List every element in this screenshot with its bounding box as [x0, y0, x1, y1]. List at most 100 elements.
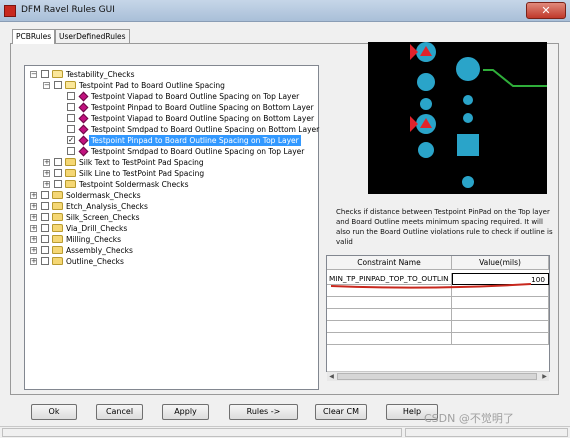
tab-userdefinedrules[interactable]: UserDefinedRules: [55, 29, 130, 43]
rule-icon: [78, 102, 89, 113]
pinpad: [417, 73, 435, 91]
tree-node-label: Testpoint Viapad to Board Outline Spacin…: [91, 92, 300, 101]
tree-node-via-drill[interactable]: + Via_Drill_Checks: [25, 223, 315, 234]
folder-icon: [52, 202, 63, 210]
tree-node-rule[interactable]: Testpoint Viapad to Board Outline Spacin…: [25, 113, 315, 124]
table-cell-empty[interactable]: [452, 333, 549, 345]
rule-icon: [78, 91, 89, 102]
cancel-button[interactable]: Cancel: [96, 404, 143, 420]
table-horizontal-scrollbar[interactable]: ◀ ▶: [327, 371, 549, 381]
expand-icon[interactable]: +: [30, 247, 37, 254]
checkbox[interactable]: [67, 147, 75, 155]
expand-icon[interactable]: +: [30, 192, 37, 199]
folder-icon: [65, 180, 76, 188]
status-pane: [2, 428, 402, 437]
checkbox[interactable]: [41, 191, 49, 199]
tree-node-label: Soldermask_Checks: [66, 191, 141, 200]
collapse-icon[interactable]: −: [43, 82, 50, 89]
pinpad: [418, 142, 434, 158]
folder-icon: [52, 224, 63, 232]
tree-node-silk-text[interactable]: + Silk Text to TestPoint Pad Spacing: [25, 157, 315, 168]
expand-icon[interactable]: +: [43, 170, 50, 177]
checkbox[interactable]: [67, 92, 75, 100]
column-header-value[interactable]: Value(mils): [452, 256, 549, 270]
table-cell-empty[interactable]: [327, 309, 452, 321]
status-pane: [405, 428, 568, 437]
tree-node-label: Testpoint Pinpad to Board Outline Spacin…: [91, 103, 314, 112]
table-cell-empty[interactable]: [452, 297, 549, 309]
checkbox[interactable]: [41, 70, 49, 78]
tree-node-rule[interactable]: Testpoint Viapad to Board Outline Spacin…: [25, 91, 315, 102]
clear-cm-button[interactable]: Clear CM: [315, 404, 367, 420]
expand-icon[interactable]: +: [30, 225, 37, 232]
table-cell-empty[interactable]: [327, 321, 452, 333]
checkbox[interactable]: [54, 158, 62, 166]
tree-node-silk-line[interactable]: + Silk Line to TestPoint Pad Spacing: [25, 168, 315, 179]
table-cell-empty[interactable]: [452, 309, 549, 321]
rules-button[interactable]: Rules ->: [229, 404, 298, 420]
tree-node-testpoint-pad-outline[interactable]: − Testpoint Pad to Board Outline Spacing: [25, 80, 315, 91]
tree-node-silk-screen[interactable]: + Silk_Screen_Checks: [25, 212, 315, 223]
tree-node-label: Assembly_Checks: [66, 246, 133, 255]
tree-node-milling[interactable]: + Milling_Checks: [25, 234, 315, 245]
checkbox[interactable]: [41, 246, 49, 254]
checkbox[interactable]: [41, 213, 49, 221]
checkbox[interactable]: [54, 180, 62, 188]
column-header-constraint-name[interactable]: Constraint Name: [327, 256, 452, 270]
checkbox[interactable]: [41, 202, 49, 210]
scrollbar-thumb[interactable]: [337, 373, 537, 380]
expand-icon[interactable]: +: [30, 236, 37, 243]
checkbox[interactable]: [67, 114, 75, 122]
table-cell-empty[interactable]: [452, 321, 549, 333]
checkbox[interactable]: [67, 103, 75, 111]
checkbox[interactable]: [54, 169, 62, 177]
tree-node-rule[interactable]: Testpoint Smdpad to Board Outline Spacin…: [25, 146, 315, 157]
tree-node-label: Silk Line to TestPoint Pad Spacing: [79, 169, 205, 178]
expand-icon[interactable]: +: [30, 214, 37, 221]
smdpad: [457, 134, 479, 156]
checkbox[interactable]: [41, 257, 49, 265]
tree-node-label: Testability_Checks: [66, 70, 135, 79]
checkbox[interactable]: [67, 125, 75, 133]
tree-node-rule[interactable]: Testpoint Smdpad to Board Outline Spacin…: [25, 124, 319, 135]
scroll-right-icon[interactable]: ▶: [540, 372, 549, 381]
rule-icon: [78, 135, 89, 146]
rules-tree[interactable]: − Testability_Checks − Testpoint Pad to …: [24, 65, 319, 390]
checkbox[interactable]: [41, 224, 49, 232]
tree-node-rule[interactable]: Testpoint Pinpad to Board Outline Spacin…: [25, 102, 315, 113]
tree-node-rule-selected[interactable]: ✓ Testpoint Pinpad to Board Outline Spac…: [25, 135, 315, 146]
checkbox[interactable]: [41, 235, 49, 243]
tree-node-soldermask-checks[interactable]: + Soldermask_Checks: [25, 190, 315, 201]
rule-description: Checks if distance between Testpoint Pin…: [336, 208, 553, 246]
watermark-text: CSDN @不觉明了: [424, 412, 514, 425]
ok-button[interactable]: Ok: [31, 404, 77, 420]
expand-icon[interactable]: +: [43, 159, 50, 166]
tree-node-label: Silk_Screen_Checks: [66, 213, 140, 222]
expand-icon[interactable]: +: [30, 258, 37, 265]
tab-pcbrules[interactable]: PCBRules: [12, 29, 56, 44]
checkbox[interactable]: [54, 81, 62, 89]
status-bar: [0, 426, 570, 438]
folder-icon: [52, 246, 63, 254]
close-button[interactable]: ✕: [526, 2, 566, 19]
constraint-table[interactable]: Constraint Name Value(mils) MIN_TP_PINPA…: [326, 255, 550, 372]
expand-icon[interactable]: +: [30, 203, 37, 210]
scroll-left-icon[interactable]: ◀: [327, 372, 336, 381]
viapad: [420, 98, 432, 110]
collapse-icon[interactable]: −: [30, 71, 37, 78]
tree-node-etch-analysis[interactable]: + Etch_Analysis_Checks: [25, 201, 315, 212]
window-title: DFM Ravel Rules GUI: [21, 5, 115, 15]
table-cell-empty[interactable]: [327, 333, 452, 345]
checkbox-checked[interactable]: ✓: [67, 136, 75, 144]
tree-node-label: Milling_Checks: [66, 235, 122, 244]
app-icon: [4, 5, 16, 17]
apply-button[interactable]: Apply: [162, 404, 209, 420]
folder-open-icon: [65, 81, 76, 89]
tree-node-testability-checks[interactable]: − Testability_Checks: [25, 69, 315, 80]
table-cell-empty[interactable]: [327, 297, 452, 309]
tree-node-assembly[interactable]: + Assembly_Checks: [25, 245, 315, 256]
tree-node-outline[interactable]: + Outline_Checks: [25, 256, 315, 267]
pcb-preview-drawing: [410, 42, 547, 188]
expand-icon[interactable]: +: [43, 181, 50, 188]
tree-node-soldermask-testpoint[interactable]: + Testpoint Soldermask Checks: [25, 179, 315, 190]
